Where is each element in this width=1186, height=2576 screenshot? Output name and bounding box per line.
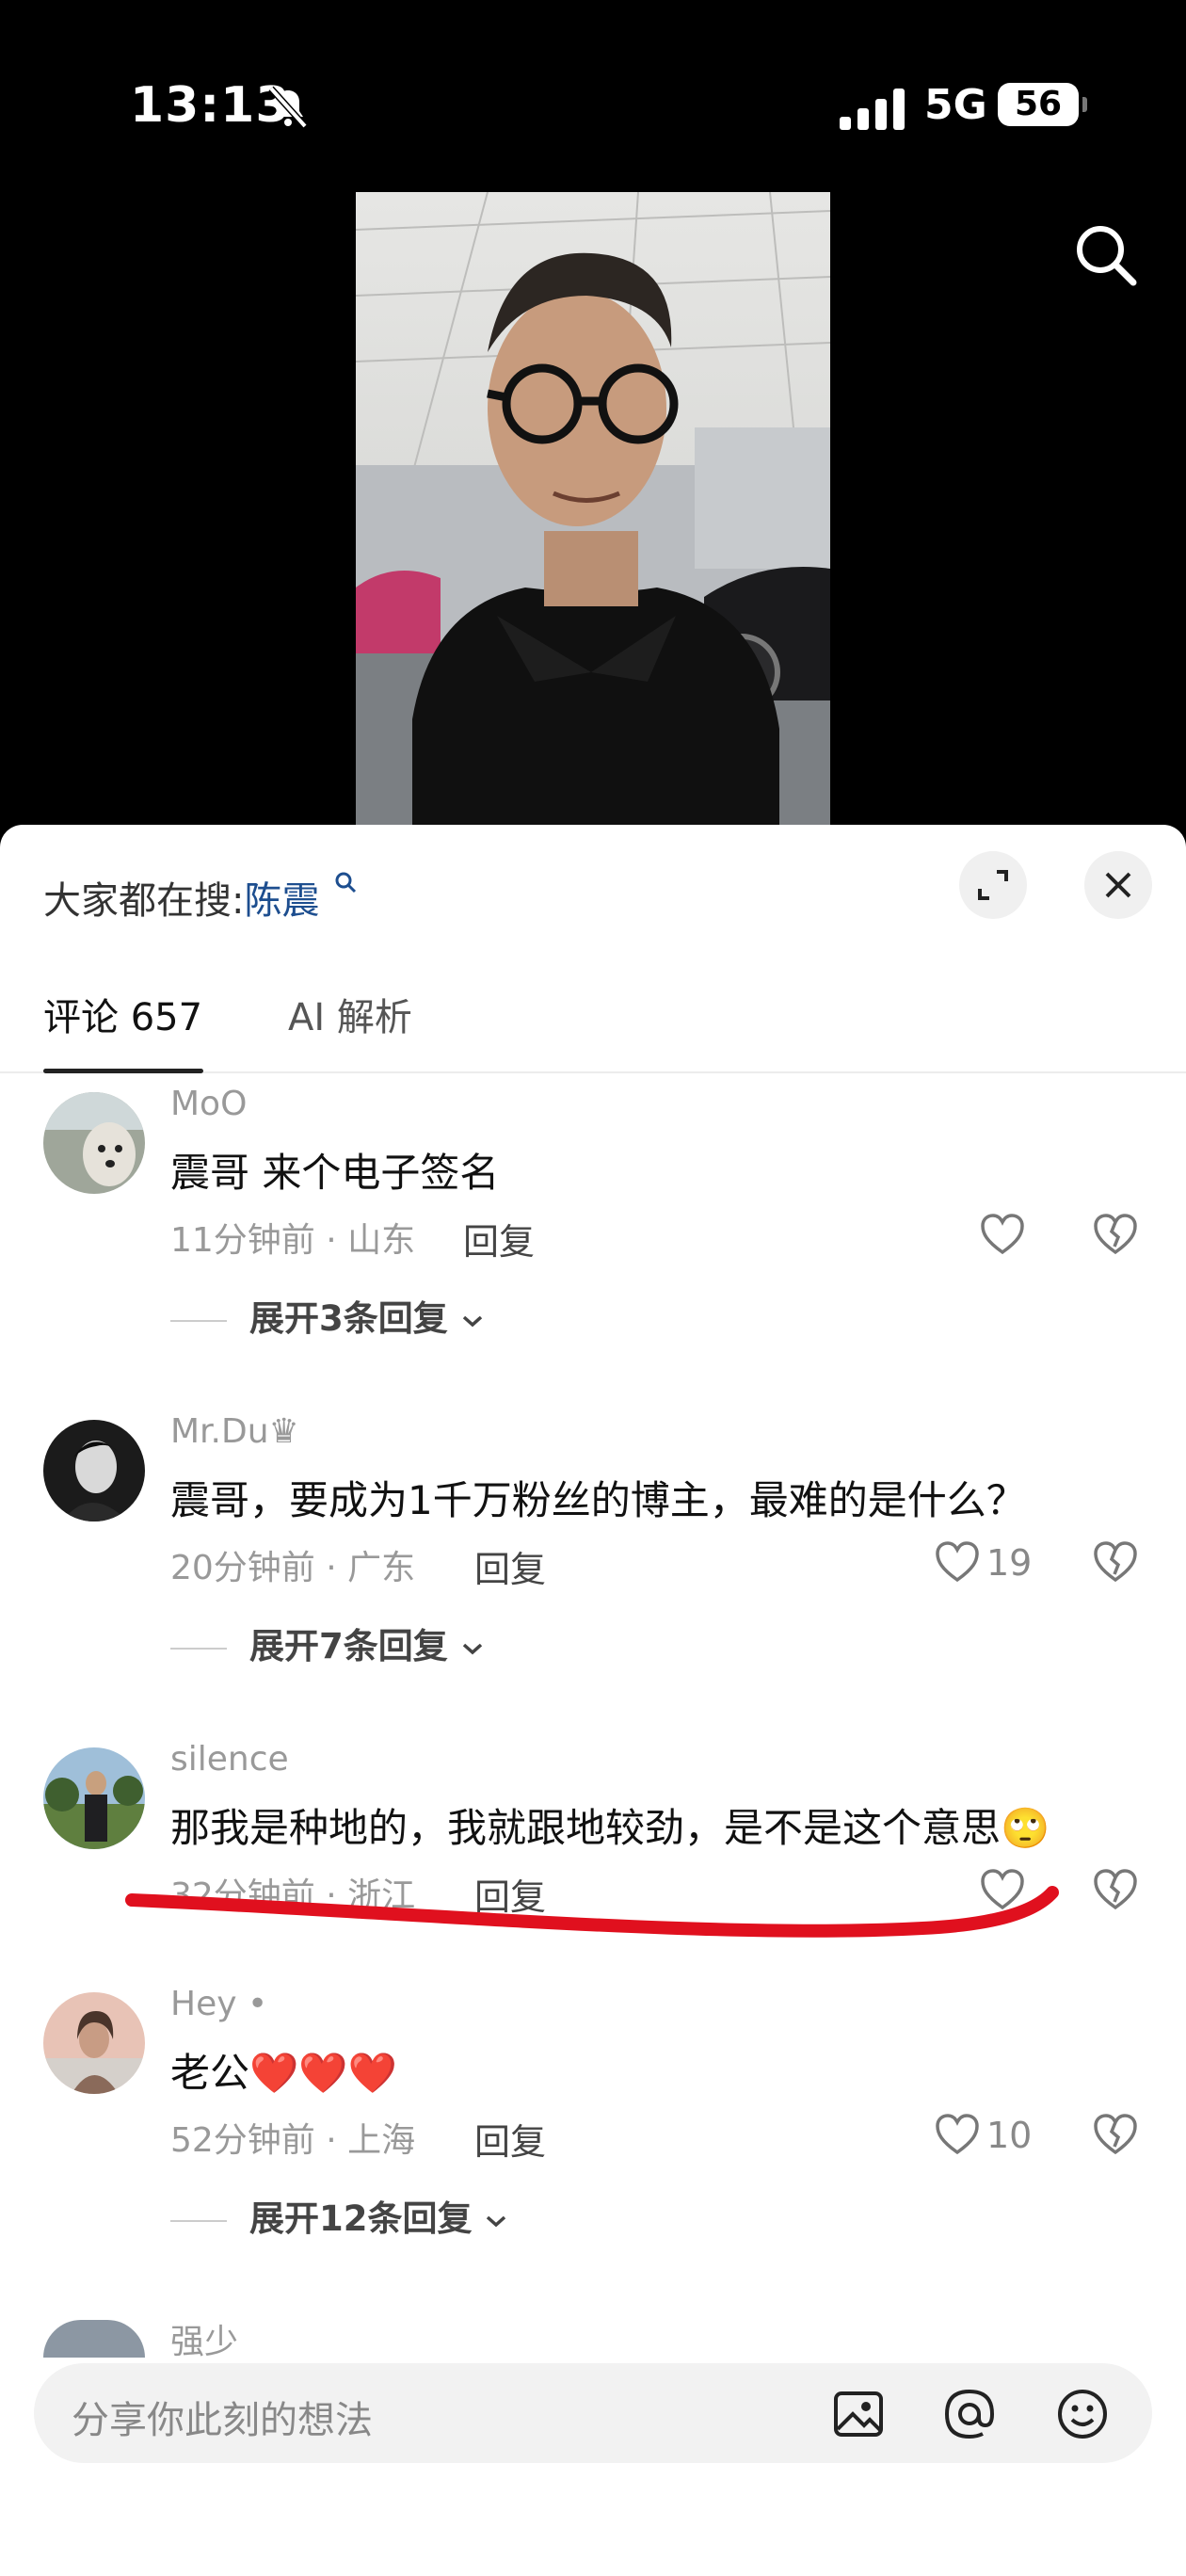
reply-button[interactable]: 回复	[474, 2113, 546, 2165]
chevron-down-icon	[462, 1315, 482, 1328]
like-count: 19	[986, 1542, 1033, 1584]
heart-icon	[981, 1214, 1024, 1255]
expand-icon	[978, 870, 1008, 900]
comment-meta: 11分钟前 · 山东	[170, 1221, 416, 1260]
heart-icon	[936, 1541, 979, 1583]
comment-username[interactable]: MoO	[170, 1085, 247, 1123]
heart-icon	[981, 1869, 1024, 1910]
broken-heart-icon	[1094, 1541, 1137, 1583]
comment-meta: 20分钟前 · 广东	[170, 1549, 416, 1587]
avatar[interactable]	[43, 1747, 145, 1849]
chevron-down-icon	[462, 1643, 482, 1655]
avatar[interactable]	[43, 1992, 145, 2094]
emoji-icon[interactable]	[1054, 2386, 1111, 2442]
tab-bar: 评论 657 AI 解析	[0, 975, 1186, 1073]
expand-replies[interactable]: 展开3条回复	[170, 1290, 485, 1341]
dislike-button[interactable]	[1092, 2111, 1139, 2158]
comment-text: 老公❤️❤️❤️	[170, 2050, 397, 2096]
broken-heart-icon	[1094, 1869, 1137, 1910]
chevron-down-icon	[487, 2215, 506, 2228]
avatar[interactable]	[43, 1092, 145, 1194]
bell-slash-icon	[268, 86, 308, 129]
status-bar: 13:13 5G 56	[0, 0, 1186, 188]
video-player[interactable]	[356, 192, 830, 825]
video-frame	[356, 192, 830, 825]
expand-replies-label: 展开12条回复	[249, 2198, 473, 2239]
search-icon	[335, 872, 357, 894]
expand-replies[interactable]: 展开7条回复	[170, 1618, 485, 1668]
battery-indicator: 56	[998, 83, 1087, 126]
comment-text: 那我是种地的，我就跟地较劲，是不是这个意思🙄	[170, 1805, 1050, 1851]
dislike-button[interactable]	[1092, 1538, 1139, 1586]
at-icon[interactable]	[941, 2386, 998, 2442]
divider	[170, 2219, 227, 2222]
dislike-button[interactable]	[1092, 1211, 1139, 1258]
comment-username[interactable]: Mr.Du♛	[170, 1412, 299, 1451]
tab-comments[interactable]: 评论 657	[43, 987, 202, 1041]
comment-username[interactable]: Hey •	[170, 1985, 267, 2023]
expand-replies-label: 展开7条回复	[249, 1626, 448, 1666]
image-icon[interactable]	[830, 2386, 887, 2442]
close-button[interactable]	[1084, 851, 1152, 919]
trending-search[interactable]: 大家都在搜:陈震	[43, 870, 358, 925]
reply-button[interactable]: 回复	[474, 1540, 546, 1592]
comment-input-placeholder: 分享你此刻的想法	[72, 2399, 373, 2442]
like-count: 10	[986, 2115, 1033, 2156]
network-type: 5G	[924, 81, 987, 129]
expand-button[interactable]	[959, 851, 1027, 919]
comment-input[interactable]: 分享你此刻的想法	[34, 2363, 1152, 2463]
comment-username[interactable]: 强少	[170, 2314, 238, 2363]
comment-username[interactable]: silence	[170, 1740, 289, 1779]
divider	[170, 1319, 227, 1322]
signal-icon	[840, 89, 905, 130]
expand-replies-label: 展开3条回复	[249, 1298, 448, 1339]
reply-button[interactable]: 回复	[474, 1868, 546, 1920]
trending-keyword[interactable]: 陈震	[244, 879, 319, 923]
comment-meta: 52分钟前 · 上海	[170, 2121, 416, 2160]
reply-button[interactable]: 回复	[463, 1213, 535, 1264]
broken-heart-icon	[1094, 1214, 1137, 1255]
heart-icon	[936, 2114, 979, 2155]
divider	[170, 1647, 227, 1650]
trending-prefix: 大家都在搜:	[43, 879, 245, 923]
close-icon	[1105, 872, 1131, 898]
comment-text: 震哥，要成为1千万粉丝的博主，最难的是什么？	[170, 1477, 1026, 1523]
comment-meta: 32分钟前 · 浙江	[170, 1876, 416, 1915]
broken-heart-icon	[1094, 2114, 1137, 2155]
tab-ai-analysis[interactable]: AI 解析	[288, 987, 412, 1041]
comment-panel: 大家都在搜:陈震 评论 657 AI 解析 MoO 震哥 来个电子签名 11分钟…	[0, 825, 1186, 2576]
avatar[interactable]	[43, 1420, 145, 1521]
active-tab-indicator	[43, 1069, 203, 1073]
avatar[interactable]	[43, 2320, 145, 2358]
comment-text: 震哥 来个电子签名	[170, 1150, 500, 1196]
bottom-area	[0, 2497, 1186, 2576]
dislike-button[interactable]	[1092, 1866, 1139, 1913]
search-icon[interactable]	[1069, 218, 1141, 290]
expand-replies[interactable]: 展开12条回复	[170, 2190, 508, 2241]
